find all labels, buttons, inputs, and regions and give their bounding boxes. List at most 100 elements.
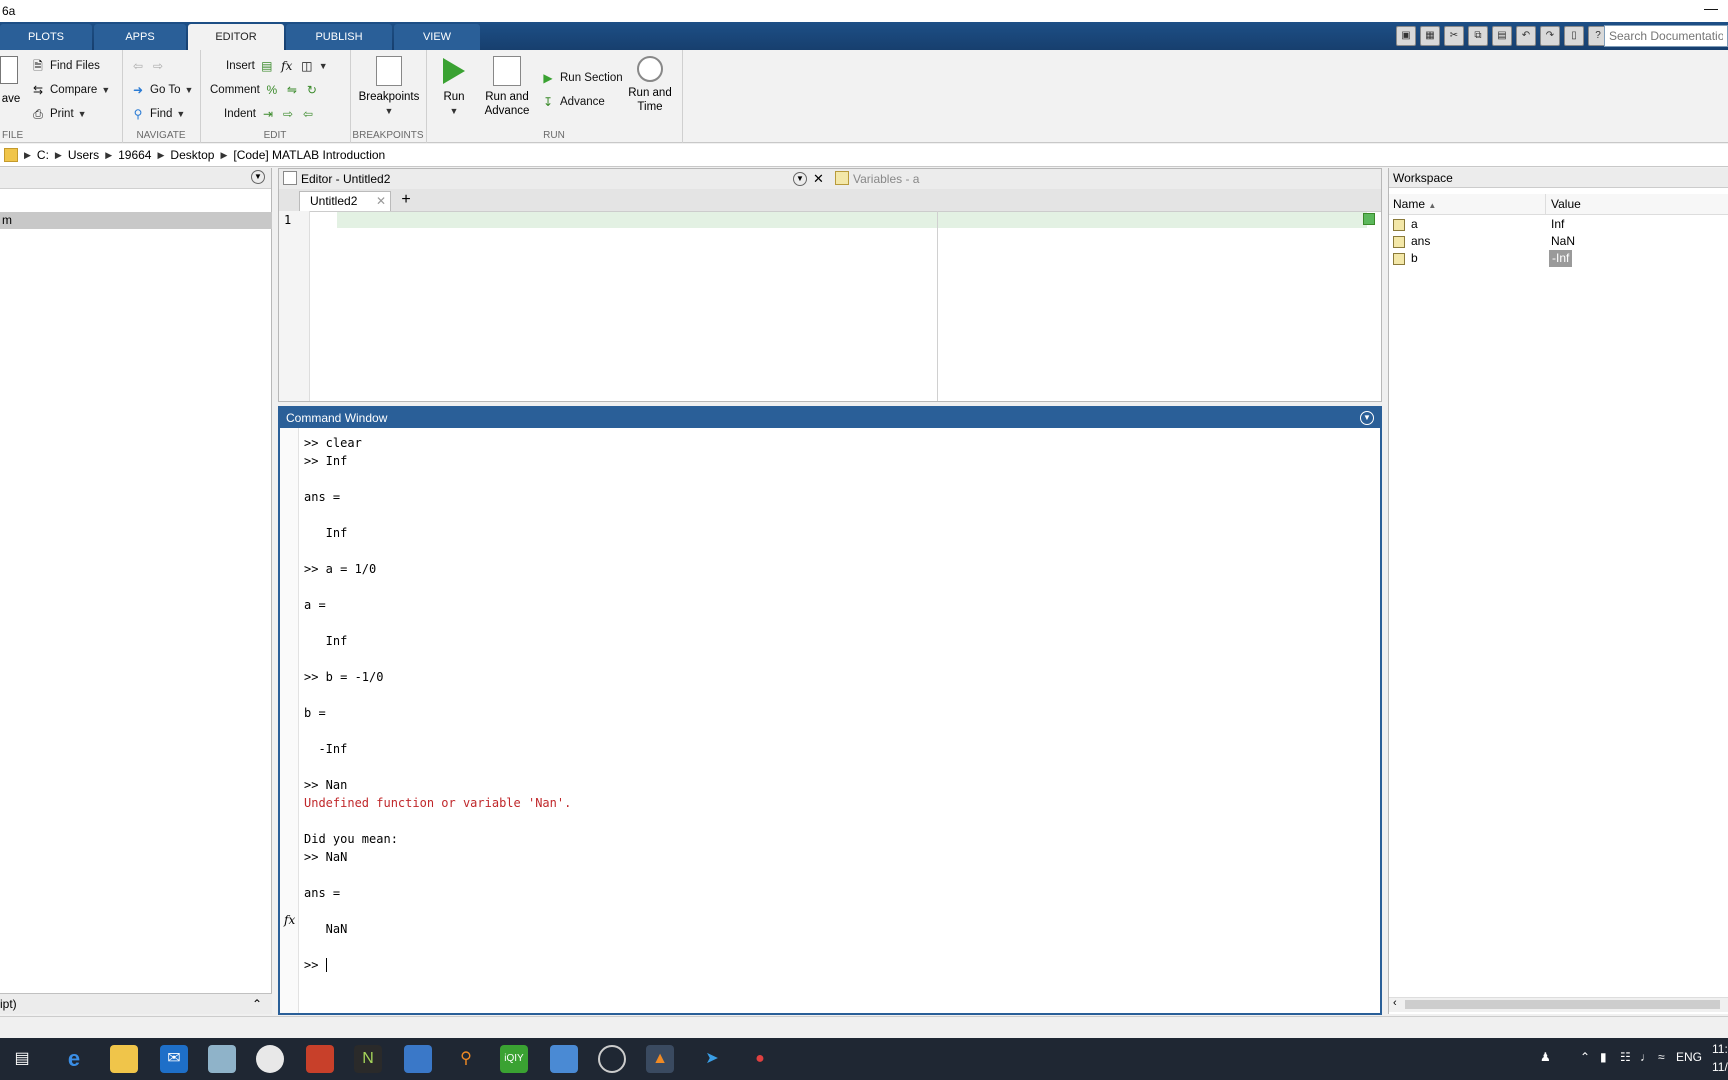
command-window-title: Command Window bbox=[286, 411, 388, 425]
window-title: 6a bbox=[2, 4, 16, 18]
close-icon[interactable]: ✕ bbox=[813, 169, 824, 189]
find-files-button[interactable]: 🗎 Find Files bbox=[30, 58, 100, 74]
mail-app-icon[interactable] bbox=[404, 1045, 432, 1073]
file-explorer-icon[interactable] bbox=[110, 1045, 138, 1073]
output-line: b = bbox=[304, 706, 326, 720]
clock-time[interactable]: 11: bbox=[1712, 1042, 1728, 1056]
chrome-icon[interactable] bbox=[256, 1045, 284, 1073]
indent-label: Indent bbox=[224, 108, 256, 120]
input-language[interactable]: ENG bbox=[1676, 1050, 1702, 1064]
recorder-icon[interactable]: ● bbox=[746, 1045, 774, 1073]
back-forward-buttons[interactable]: ⇦ ⇨ bbox=[130, 58, 166, 74]
command-window-options-icon[interactable]: ▼ bbox=[1360, 411, 1374, 425]
battery-icon[interactable]: ▮ bbox=[1600, 1050, 1607, 1064]
panel-options-icon[interactable]: ▼ bbox=[251, 170, 265, 184]
redo-icon[interactable]: ↷ bbox=[1540, 26, 1560, 46]
search-documentation-input[interactable] bbox=[1604, 25, 1728, 47]
find-button[interactable]: ⚲ Find ▼ bbox=[130, 106, 186, 122]
scrollbar-thumb[interactable] bbox=[1405, 1000, 1720, 1009]
output-lines: >> clear >> Inf ans = Inf >> a = 1/0 a = … bbox=[304, 434, 571, 794]
function-browser-icon[interactable]: fx bbox=[284, 913, 295, 927]
print-button[interactable]: ⎙ Print ▼ bbox=[30, 106, 86, 122]
minimize-button[interactable]: — bbox=[1704, 0, 1718, 16]
undo-icon[interactable]: ↶ bbox=[1516, 26, 1536, 46]
breadcrumb-desktop[interactable]: Desktop bbox=[170, 148, 214, 162]
workspace-row[interactable]: ans NaN bbox=[1389, 233, 1728, 250]
file-tab-untitled2[interactable]: Untitled2 ✕ bbox=[299, 191, 391, 211]
tab-plots[interactable]: PLOTS bbox=[0, 24, 92, 50]
breakpoints-group-label: BREAKPOINTS bbox=[352, 130, 424, 141]
chevron-up-icon[interactable]: ⌃ bbox=[252, 994, 262, 1014]
new-icon[interactable]: ▣ bbox=[1396, 26, 1416, 46]
run-button[interactable]: Run ▼ bbox=[434, 56, 474, 118]
indent-button[interactable]: Indent ⇥ ⇨ ⇦ bbox=[224, 106, 316, 122]
variable-icon bbox=[1393, 252, 1405, 265]
iqiyi-icon[interactable]: iQIY bbox=[500, 1045, 528, 1073]
command-window-output[interactable]: >> clear >> Inf ans = Inf >> a = 1/0 a = … bbox=[304, 434, 571, 974]
notes-app-icon[interactable] bbox=[208, 1045, 236, 1073]
copy-icon[interactable]: ⧉ bbox=[1468, 26, 1488, 46]
go-to-button[interactable]: ➜ Go To ▼ bbox=[130, 82, 193, 98]
network-icon[interactable]: ☷ bbox=[1620, 1050, 1631, 1064]
save-icon[interactable]: ▦ bbox=[1420, 26, 1440, 46]
breadcrumb-folder[interactable]: [Code] MATLAB Introduction bbox=[233, 148, 385, 162]
save-button[interactable]: ave bbox=[0, 56, 22, 106]
current-folder-address-bar[interactable]: ▶ C: ▶ Users ▶ 19664 ▶ Desktop ▶ [Code] … bbox=[0, 144, 1728, 167]
file-list-item[interactable]: m bbox=[0, 212, 272, 229]
clock-date[interactable]: 11/ bbox=[1712, 1060, 1728, 1074]
volume-icon[interactable]: ♩ bbox=[1640, 1050, 1652, 1064]
compare-button[interactable]: ⇆ Compare ▼ bbox=[30, 82, 110, 98]
tab-apps[interactable]: APPS bbox=[94, 24, 186, 50]
details-panel-header[interactable]: ipt) ⌃ bbox=[0, 993, 272, 1014]
edge-icon[interactable]: e bbox=[60, 1045, 88, 1073]
browser-app-icon[interactable] bbox=[598, 1045, 626, 1073]
breadcrumb-user[interactable]: 19664 bbox=[118, 148, 151, 162]
people-icon[interactable]: ♟ bbox=[1540, 1050, 1551, 1064]
run-and-time-button[interactable]: Run and Time bbox=[624, 56, 676, 114]
chevron-up-icon[interactable]: ⌃ bbox=[1580, 1050, 1590, 1064]
comment-button[interactable]: Comment% ⇋ ↻ bbox=[210, 82, 320, 98]
advance-button[interactable]: ↧ Advance bbox=[540, 94, 605, 110]
horizontal-scrollbar[interactable]: ‹ bbox=[1389, 997, 1728, 1012]
outlook-icon[interactable]: ✉ bbox=[160, 1045, 188, 1073]
tab-editor[interactable]: EDITOR bbox=[188, 24, 284, 50]
matlab-icon[interactable]: ▲ bbox=[646, 1045, 674, 1073]
save-label: ave bbox=[1, 93, 21, 105]
scroll-left-icon[interactable]: ‹ bbox=[1393, 997, 1397, 1009]
command-window[interactable]: Command Window ▼ >> clear >> Inf ans = In… bbox=[278, 406, 1382, 1015]
tab-view[interactable]: VIEW bbox=[394, 24, 480, 50]
run-section-button[interactable]: ▶ Run Section bbox=[540, 70, 622, 86]
telegram-icon[interactable]: ➤ bbox=[698, 1045, 726, 1073]
close-tab-icon[interactable]: ✕ bbox=[376, 192, 386, 210]
workspace-row[interactable]: a Inf bbox=[1389, 216, 1728, 233]
paste-icon[interactable]: ▤ bbox=[1492, 26, 1512, 46]
variables-tab[interactable]: Variables - a bbox=[853, 169, 919, 189]
netease-app-icon[interactable]: N bbox=[354, 1045, 382, 1073]
output-line: >> a = 1/0 bbox=[304, 562, 377, 576]
wifi-icon[interactable]: ≈ bbox=[1658, 1050, 1665, 1064]
insert-label: Insert bbox=[226, 60, 255, 72]
task-view-icon[interactable]: ▤ bbox=[8, 1045, 36, 1073]
smart-indent-icon: ⇥ bbox=[262, 107, 274, 121]
current-line-highlight[interactable] bbox=[337, 212, 1367, 228]
run-and-advance-button[interactable]: Run and Advance bbox=[480, 56, 534, 118]
print-label: Print bbox=[50, 108, 74, 120]
breadcrumb-users[interactable]: Users bbox=[68, 148, 99, 162]
switch-windows-icon[interactable]: ▯ bbox=[1564, 26, 1584, 46]
name-column-header[interactable]: Name ▲ bbox=[1393, 194, 1436, 216]
code-analyzer-status-icon[interactable] bbox=[1363, 213, 1375, 225]
office-app-icon[interactable] bbox=[306, 1045, 334, 1073]
breadcrumb-drive[interactable]: C: bbox=[37, 148, 49, 162]
search-app-icon[interactable]: ⚲ bbox=[452, 1045, 480, 1073]
calculator-icon[interactable] bbox=[550, 1045, 578, 1073]
command-prompt-line[interactable]: >> bbox=[304, 956, 571, 974]
insert-button[interactable]: Insert ▤ fx ◫ ▼ bbox=[226, 58, 328, 74]
tab-publish[interactable]: PUBLISH bbox=[286, 24, 392, 50]
new-tab-button[interactable]: + bbox=[395, 191, 417, 211]
value-column-header[interactable]: Value bbox=[1551, 194, 1581, 214]
editor-options-icon[interactable]: ▼ bbox=[793, 172, 807, 186]
breakpoints-button[interactable]: Breakpoints ▼ bbox=[358, 56, 420, 118]
workspace-row[interactable]: b -Inf bbox=[1389, 250, 1728, 267]
cut-icon[interactable]: ✂ bbox=[1444, 26, 1464, 46]
